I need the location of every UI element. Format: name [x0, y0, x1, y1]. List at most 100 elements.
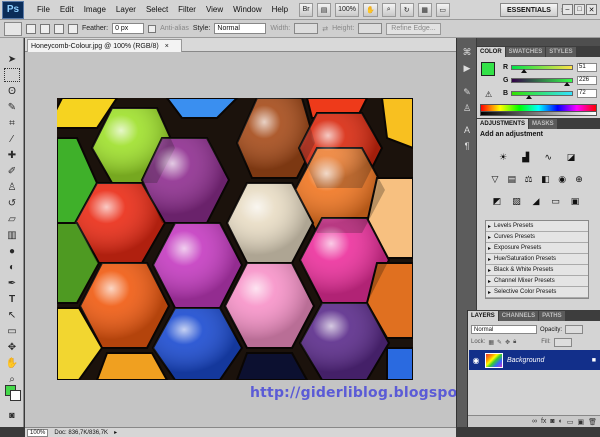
history-brush-tool-icon[interactable]: ↺ [4, 196, 20, 210]
screen-mode-button[interactable]: ▭ [435, 2, 450, 17]
document-image[interactable] [57, 98, 413, 380]
quick-selection-tool-icon[interactable]: ✎ [4, 100, 20, 114]
gradient-map-icon[interactable]: ▭ [550, 195, 562, 207]
path-selection-tool-icon[interactable]: ↖ [4, 308, 20, 322]
clone-source-panel-icon[interactable]: ♙ [461, 102, 473, 114]
style-select[interactable]: Normal [214, 23, 267, 34]
tab-paths[interactable]: PATHS [539, 311, 565, 321]
curves-icon[interactable]: ∿ [542, 151, 554, 163]
new-layer-icon[interactable]: ▣ [577, 418, 584, 426]
red-slider[interactable]: R 51 [503, 62, 599, 73]
grayscale-ramp[interactable] [480, 112, 597, 116]
red-slider-handle[interactable] [521, 68, 528, 73]
brushes-panel-icon[interactable]: ✎ [461, 86, 473, 98]
status-doc-info[interactable]: Doc: 836,7K/836,7K [54, 430, 108, 436]
fill-input[interactable] [553, 337, 572, 347]
3d-rotate-tool-icon[interactable]: ✥ [4, 340, 20, 354]
preset-hue-saturation[interactable]: ▸ Hue/Saturation Presets [486, 254, 588, 265]
invert-icon[interactable]: ◩ [491, 195, 503, 207]
tab-masks[interactable]: MASKS [529, 119, 557, 129]
arrange-documents-button[interactable]: ▦ [417, 2, 432, 17]
paragraph-panel-icon[interactable]: ¶ [461, 140, 473, 152]
tab-adjustments[interactable]: ADJUSTMENTS [477, 119, 529, 129]
type-tool-icon[interactable]: T [4, 292, 20, 306]
zoom-tool-button[interactable]: ⌕ [381, 2, 396, 17]
preset-black-white[interactable]: ▸ Black & White Presets [486, 265, 588, 276]
bridge-button[interactable]: Br [299, 2, 314, 17]
color-balance-icon[interactable]: ⚖ [523, 173, 535, 185]
preset-channel-mixer[interactable]: ▸ Channel Mixer Presets [486, 276, 588, 287]
link-layers-icon[interactable]: ∞ [532, 418, 537, 425]
hand-tool-button[interactable]: ✋ [362, 2, 378, 17]
lock-transparency-icon[interactable]: ▦ [488, 339, 494, 346]
close-document-icon[interactable]: × [165, 43, 169, 50]
threshold-icon[interactable]: ◢ [530, 195, 542, 207]
lock-position-icon[interactable]: ✥ [505, 339, 510, 346]
maximize-icon[interactable]: □ [574, 4, 585, 15]
zoom-tool-icon[interactable]: ⌕ [4, 372, 20, 386]
opacity-input[interactable] [565, 325, 584, 334]
feather-input[interactable]: 0 px [112, 23, 145, 34]
antialias-checkbox[interactable] [148, 24, 157, 33]
new-adjustment-layer-icon[interactable]: ◐ [559, 418, 563, 425]
hand-tool-icon[interactable]: ✋ [4, 356, 20, 370]
layer-row-background[interactable]: ◉ Background ■ [469, 350, 600, 370]
actions-panel-icon[interactable]: ▶ [461, 62, 473, 74]
width-input[interactable] [294, 23, 319, 34]
quick-mask-icon[interactable]: ◙ [4, 408, 20, 422]
clone-stamp-tool-icon[interactable]: ♙ [4, 180, 20, 194]
blue-slider[interactable]: B 72 [503, 88, 599, 99]
tab-styles[interactable]: STYLES [546, 47, 576, 57]
subtract-selection-icon[interactable] [54, 23, 64, 34]
crop-tool-icon[interactable]: ⌗ [4, 116, 20, 130]
eraser-tool-icon[interactable]: ▱ [4, 212, 20, 226]
add-mask-icon[interactable]: ◙ [550, 418, 554, 425]
green-slider[interactable]: G 226 [503, 75, 599, 86]
lock-pixels-icon[interactable]: ✎ [497, 339, 502, 346]
preset-levels[interactable]: ▸ Levels Presets [486, 221, 588, 232]
brightness-contrast-icon[interactable]: ☀ [497, 151, 509, 163]
history-panel-icon[interactable]: ⌘ [461, 46, 473, 58]
gradient-tool-icon[interactable]: ▥ [4, 228, 20, 242]
intersect-selection-icon[interactable] [68, 23, 78, 34]
blur-tool-icon[interactable]: ● [4, 244, 20, 258]
channel-mixer-icon[interactable]: ⊕ [573, 173, 585, 185]
view-extras-button[interactable]: ▤ [317, 2, 332, 17]
menu-edit[interactable]: Edit [55, 5, 79, 14]
green-value-input[interactable]: 226 [577, 75, 597, 85]
workspace-switcher[interactable]: ESSENTIALS [500, 3, 558, 17]
new-selection-icon[interactable] [26, 23, 36, 34]
refine-edge-button[interactable]: Refine Edge... [386, 22, 441, 35]
color-spectrum-ramp[interactable] [480, 104, 597, 112]
lasso-tool-icon[interactable]: ʘ [4, 84, 20, 98]
tool-preset-picker[interactable] [4, 21, 22, 36]
new-group-icon[interactable]: ▭ [567, 418, 574, 426]
delete-layer-icon[interactable]: 🗑︎ [588, 418, 597, 426]
red-value-input[interactable]: 51 [577, 62, 597, 72]
layer-style-icon[interactable]: fx [541, 418, 546, 425]
photo-filter-icon[interactable]: ◉ [556, 173, 568, 185]
color-panel-foreground-chip[interactable] [481, 62, 495, 76]
move-tool-icon[interactable]: ➤ [4, 52, 20, 66]
posterize-icon[interactable]: ▨ [511, 195, 523, 207]
menu-help[interactable]: Help [267, 5, 293, 14]
preset-curves[interactable]: ▸ Curves Presets [486, 232, 588, 243]
height-input[interactable] [358, 23, 383, 34]
preset-selective-color[interactable]: ▸ Selective Color Presets [486, 287, 588, 298]
lock-all-icon[interactable]: 🔒︎ [513, 339, 516, 346]
black-white-icon[interactable]: ◧ [539, 173, 551, 185]
minimize-icon[interactable]: – [562, 4, 573, 15]
tab-color[interactable]: COLOR [477, 47, 505, 57]
rotate-view-button[interactable]: ↻ [399, 2, 414, 17]
menu-view[interactable]: View [201, 5, 228, 14]
exposure-icon[interactable]: ◪ [565, 151, 577, 163]
visibility-eye-icon[interactable]: ◉ [471, 355, 481, 365]
selective-color-icon[interactable]: ▣ [569, 195, 581, 207]
dodge-tool-icon[interactable]: ◐ [4, 260, 20, 274]
zoom-level-dropdown[interactable]: 100% [335, 2, 359, 17]
character-panel-icon[interactable]: A [461, 124, 473, 136]
background-color-swatch[interactable] [10, 390, 21, 401]
shape-tool-icon[interactable]: ▭ [4, 324, 20, 338]
menu-select[interactable]: Select [141, 5, 173, 14]
tab-layers[interactable]: LAYERS [468, 311, 498, 321]
